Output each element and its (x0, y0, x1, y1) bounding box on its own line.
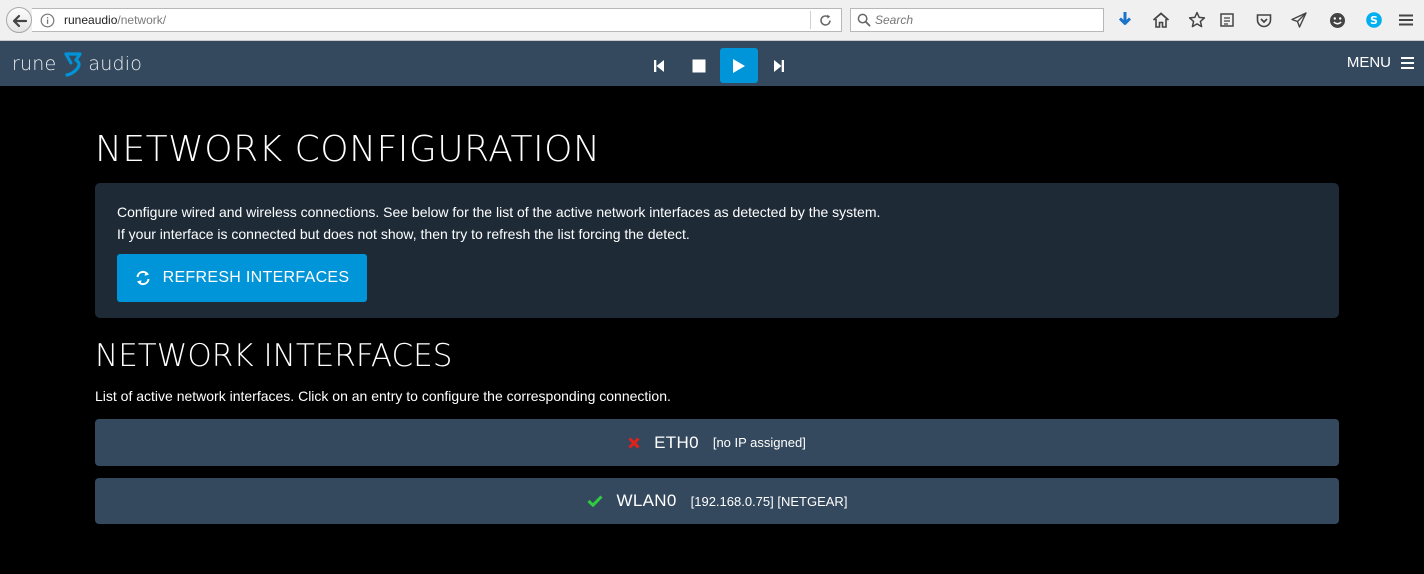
check-icon (587, 495, 603, 507)
svg-text:S: S (1370, 14, 1378, 27)
refresh-interfaces-label: REFRESH INTERFACES (162, 269, 350, 286)
interface-row-eth0[interactable]: ETH0 [no IP assigned] (95, 419, 1339, 466)
smiley-icon[interactable] (1327, 10, 1347, 30)
pocket-icon[interactable] (1254, 10, 1274, 30)
stop-button[interactable] (680, 48, 718, 83)
address-bar[interactable]: runeaudio/network/ (32, 8, 842, 32)
interface-name: WLAN0 (616, 491, 677, 510)
logo-text-right: audio (88, 53, 143, 75)
url-path: /network/ (117, 13, 167, 27)
browser-toolbar: runeaudio/network/ S (0, 0, 1424, 41)
playback-controls (640, 48, 798, 83)
browser-menu-icon[interactable] (1396, 10, 1416, 30)
download-icon[interactable] (1115, 10, 1135, 30)
home-icon[interactable] (1151, 10, 1171, 30)
play-icon (733, 58, 745, 73)
info-icon[interactable] (40, 13, 55, 28)
x-icon (628, 436, 640, 449)
config-description-line-2: If your interface is connected but does … (117, 226, 690, 242)
bookmark-star-icon[interactable] (1187, 10, 1207, 30)
menu-label: MENU (1346, 54, 1391, 71)
url-host: runeaudio (64, 13, 118, 27)
refresh-interfaces-button[interactable]: REFRESH INTERFACES (117, 254, 367, 302)
interface-row-wlan0[interactable]: WLAN0 [192.168.0.75] [NETGEAR] (95, 478, 1339, 524)
url-text[interactable]: runeaudio/network/ (64, 13, 166, 27)
menu-button[interactable]: MENU (1347, 54, 1414, 71)
config-description: Configure wired and wireless connections… (117, 201, 880, 245)
rune-logo-icon (64, 52, 82, 77)
reload-icon[interactable] (818, 13, 833, 28)
app-header: rune audio MENU (0, 41, 1424, 86)
play-button[interactable] (720, 48, 758, 83)
search-icon (857, 13, 871, 27)
runeaudio-logo[interactable]: rune audio (12, 51, 142, 77)
network-interfaces-title: NETWORK INTERFACES (95, 338, 453, 374)
network-config-panel: Configure wired and wireless connections… (95, 183, 1339, 318)
refresh-icon (136, 270, 150, 286)
stop-icon (692, 59, 706, 72)
next-button[interactable] (760, 48, 798, 83)
url-separator (810, 11, 811, 29)
browser-search-box[interactable] (850, 8, 1104, 32)
skip-forward-icon (774, 59, 784, 72)
previous-button[interactable] (640, 48, 678, 83)
config-description-line-1: Configure wired and wireless connections… (117, 204, 881, 220)
network-configuration-title: NETWORK CONFIGURATION (95, 129, 601, 170)
back-button[interactable] (6, 7, 32, 33)
reading-list-icon[interactable] (1217, 10, 1237, 30)
logo-text-left: rune (12, 53, 57, 75)
hamburger-icon (1401, 56, 1414, 69)
skip-back-icon (654, 59, 664, 72)
browser-search-input[interactable] (875, 10, 1095, 30)
interface-detail: [192.168.0.75] [NETGEAR] (690, 493, 848, 509)
back-arrow-icon (12, 14, 28, 28)
skype-icon[interactable]: S (1364, 10, 1384, 30)
send-icon[interactable] (1289, 10, 1309, 30)
interface-detail: [no IP assigned] (712, 435, 806, 450)
interfaces-description: List of active network interfaces. Click… (95, 388, 671, 404)
interface-name: ETH0 (654, 432, 699, 452)
